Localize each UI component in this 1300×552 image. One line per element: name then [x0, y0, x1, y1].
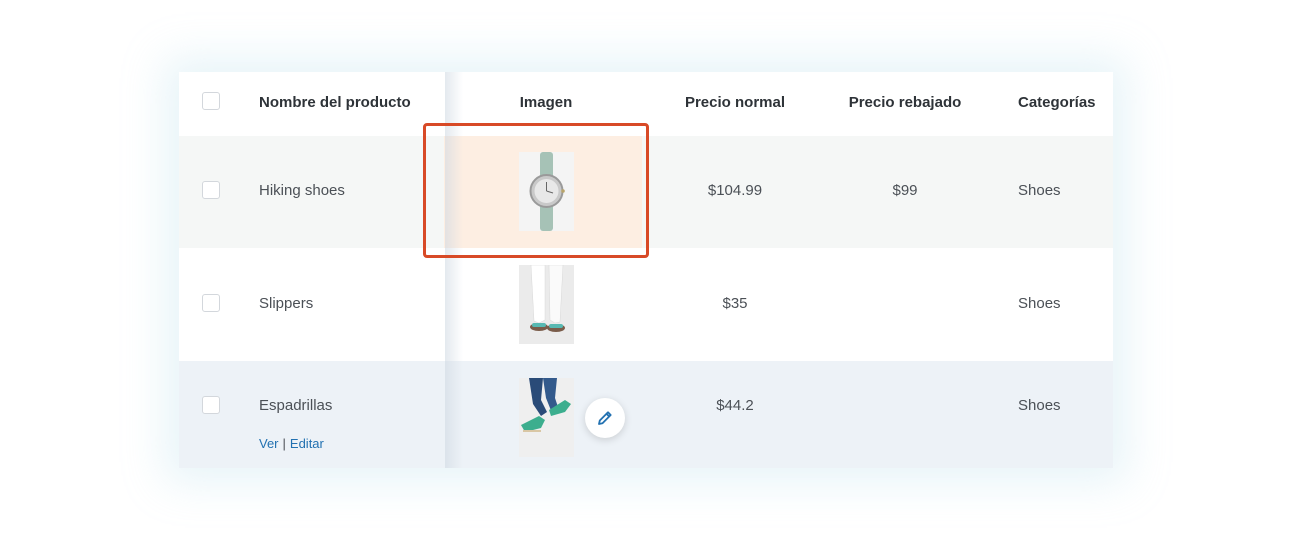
row-actions: Ver | Editar	[259, 436, 324, 451]
regular-price[interactable]: $104.99	[650, 182, 820, 199]
sale-price[interactable]: $99	[820, 182, 990, 199]
row-checkbox[interactable]	[202, 396, 220, 414]
product-categories[interactable]: Shoes	[1018, 295, 1061, 312]
view-link[interactable]: Ver	[259, 436, 279, 451]
select-all-checkbox[interactable]	[202, 92, 220, 110]
edit-link[interactable]: Editar	[290, 436, 324, 451]
product-name[interactable]: Slippers	[259, 295, 313, 312]
row-actions-separator: |	[282, 436, 286, 451]
table-row: Hiking shoes $104.99 $99 Shoes	[179, 136, 1113, 248]
product-name[interactable]: Espadrillas	[259, 397, 332, 414]
sandals-product-image[interactable]	[519, 265, 574, 344]
pencil-icon	[598, 411, 612, 425]
espadrilles-product-image[interactable]	[519, 378, 574, 457]
product-name[interactable]: Hiking shoes	[259, 182, 345, 199]
watch-product-image[interactable]	[519, 152, 574, 231]
row-checkbox[interactable]	[202, 181, 220, 199]
row-checkbox[interactable]	[202, 294, 220, 312]
products-table: Nombre del producto Imagen Precio normal…	[179, 72, 1113, 468]
product-categories[interactable]: Shoes	[1018, 397, 1061, 414]
column-header-categories: Categorías	[1018, 94, 1096, 111]
regular-price[interactable]: $44.2	[650, 397, 820, 414]
regular-price[interactable]: $35	[650, 295, 820, 312]
column-header-image: Imagen	[519, 94, 573, 111]
table-header-row: Nombre del producto Imagen Precio normal…	[179, 72, 1113, 136]
column-header-name[interactable]: Nombre del producto	[259, 94, 411, 111]
table-row: Slippers $35 Shoes	[179, 248, 1113, 361]
column-header-sale-price[interactable]: Precio rebajado	[820, 94, 990, 111]
table-row: Espadrillas Ver | Editar $44.2 Shoes	[179, 361, 1113, 468]
column-header-regular-price[interactable]: Precio normal	[650, 94, 820, 111]
edit-image-button[interactable]	[585, 398, 625, 438]
product-categories[interactable]: Shoes	[1018, 182, 1061, 199]
